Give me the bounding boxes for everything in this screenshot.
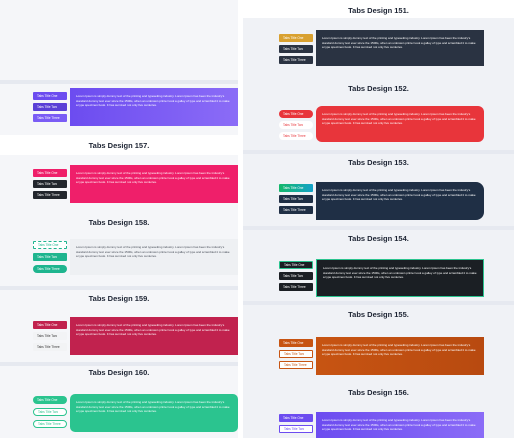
panel-text: Lorem Ipsum is simply dummy text of the … — [76, 400, 230, 414]
section-title: Tabs Design 154. — [348, 234, 409, 243]
tab-two[interactable]: Tabs Title Two — [279, 425, 313, 433]
tab-panel: Lorem Ipsum is simply dummy text of the … — [316, 182, 484, 220]
section-divider — [243, 150, 514, 154]
section-title: Tabs Design 153. — [348, 158, 409, 167]
tab-panel: Lorem Ipsum is simply dummy text of the … — [316, 30, 484, 66]
tab-three[interactable]: Tabs Title Three — [279, 206, 313, 214]
tab-three[interactable]: Tabs Title Three — [33, 420, 67, 428]
tab-panel: Lorem Ipsum is simply dummy text of the … — [70, 394, 238, 432]
section-title: Tabs Design 157. — [88, 141, 150, 150]
tab-two[interactable]: Tabs Title Two — [279, 195, 313, 203]
tabs-demo-157: Tabs Title One Tabs Title Two Tabs Title… — [0, 163, 238, 203]
tabs-demo-151: Tabs Title One Tabs Title Two Tabs Title… — [243, 30, 514, 70]
panel-text: Lorem Ipsum is simply dummy text of the … — [323, 266, 477, 280]
tab-one[interactable]: Tabs Title One — [33, 396, 67, 404]
section-divider — [0, 286, 238, 290]
tabs-demo-155: Tabs Title One Tabs Title Two Tabs Title… — [243, 333, 514, 375]
section-title: Tabs Design 151. — [348, 6, 409, 15]
tab-three[interactable]: Tabs Title Three — [33, 265, 67, 273]
tab-two[interactable]: Tabs Title Two — [279, 272, 313, 280]
tab-three[interactable]: Tabs Title Three — [279, 361, 313, 369]
tab-one[interactable]: Tabs Title One — [279, 184, 313, 192]
panel-text: Lorem Ipsum is simply dummy text of the … — [322, 36, 476, 50]
tab-panel: Lorem Ipsum is simply dummy text of the … — [70, 165, 238, 203]
tabs-demo-152: Tabs Title One Tabs Title Two Tabs Title… — [243, 104, 514, 144]
tab-one[interactable]: Tabs Title One — [279, 339, 313, 347]
tab-one[interactable]: Tabs Title One — [279, 110, 313, 118]
tab-two[interactable]: Tabs Title Two — [33, 332, 67, 340]
tabs-demo-158: Tabs Title One Tabs Title Two Tabs Title… — [0, 237, 238, 279]
tab-two[interactable]: Tabs Title Two — [33, 253, 67, 261]
tab-panel: Lorem Ipsum is simply dummy text of the … — [316, 106, 484, 142]
tabs-demo-159: Tabs Title One Tabs Title Two Tabs Title… — [0, 315, 238, 355]
tab-three[interactable]: Tabs Title Three — [33, 343, 67, 351]
section-title: Tabs Design 152. — [348, 84, 409, 93]
tabs-demo-153: Tabs Title One Tabs Title Two Tabs Title… — [243, 180, 514, 222]
panel-text: Lorem Ipsum is simply dummy text of the … — [76, 245, 230, 259]
tab-one[interactable]: Tabs Title One — [33, 169, 67, 177]
panel-text: Lorem Ipsum is simply dummy text of the … — [76, 171, 230, 185]
tab-two[interactable]: Tabs Title Two — [33, 180, 67, 188]
tabs-demo-156: Tabs Title One Tabs Title Two Lorem Ipsu… — [243, 410, 514, 438]
tab-one[interactable]: Tabs Title One — [279, 34, 313, 42]
tab-panel: Lorem Ipsum is simply dummy text of the … — [316, 259, 484, 297]
tab-two[interactable]: Tabs Title Two — [279, 350, 313, 358]
section-title: Tabs Design 156. — [348, 388, 409, 397]
section-title: Tabs Design 159. — [88, 294, 150, 303]
right-column: Tabs Design 151. Tabs Title One Tabs Tit… — [243, 0, 514, 438]
panel-text: Lorem Ipsum is simply dummy text of the … — [76, 323, 230, 337]
tab-two[interactable]: Tabs Title Two — [279, 45, 313, 53]
tab-three[interactable]: Tabs Title Three — [33, 114, 67, 122]
tab-three[interactable]: Tabs Title Three — [279, 132, 313, 140]
section-title: Tabs Design 158. — [88, 218, 150, 227]
tab-one[interactable]: Tabs Title One — [33, 92, 67, 100]
tab-one[interactable]: Tabs Title One — [279, 261, 313, 269]
tab-two[interactable]: Tabs Title Two — [33, 408, 67, 416]
tab-three[interactable]: Tabs Title Three — [279, 56, 313, 64]
tab-panel: Lorem Ipsum is simply dummy text of the … — [70, 88, 238, 126]
tab-panel: Lorem Ipsum is simply dummy text of the … — [316, 337, 484, 375]
tab-one[interactable]: Tabs Title One — [279, 414, 313, 422]
tabs-demo-160: Tabs Title One Tabs Title Two Tabs Title… — [0, 392, 238, 438]
tab-two[interactable]: Tabs Title Two — [33, 103, 67, 111]
tab-one[interactable]: Tabs Title One — [33, 321, 67, 329]
tab-three[interactable]: Tabs Title Three — [279, 283, 313, 291]
panel-text: Lorem Ipsum is simply dummy text of the … — [322, 418, 476, 432]
tab-panel: Lorem Ipsum is simply dummy text of the … — [316, 412, 484, 438]
left-column: Tabs Title One Tabs Title Two Tabs Title… — [0, 0, 238, 438]
panel-text: Lorem Ipsum is simply dummy text of the … — [322, 112, 476, 126]
tab-three[interactable]: Tabs Title Three — [33, 191, 67, 199]
tabs-demo-purple: Tabs Title One Tabs Title Two Tabs Title… — [0, 0, 238, 130]
tabs-demo-154: Tabs Title One Tabs Title Two Tabs Title… — [243, 255, 514, 297]
section-title: Tabs Design 155. — [348, 310, 409, 319]
panel-text: Lorem Ipsum is simply dummy text of the … — [322, 343, 476, 357]
section-divider — [243, 226, 514, 230]
section-title: Tabs Design 160. — [88, 368, 150, 377]
panel-text: Lorem Ipsum is simply dummy text of the … — [76, 94, 230, 108]
section-divider — [0, 362, 238, 366]
panel-text: Lorem Ipsum is simply dummy text of the … — [322, 188, 476, 202]
tab-panel: Lorem Ipsum is simply dummy text of the … — [70, 239, 238, 275]
tab-panel: Lorem Ipsum is simply dummy text of the … — [70, 317, 238, 355]
tab-two[interactable]: Tabs Title Two — [279, 121, 313, 129]
section-divider — [243, 301, 514, 305]
tab-one[interactable]: Tabs Title One — [33, 241, 67, 249]
